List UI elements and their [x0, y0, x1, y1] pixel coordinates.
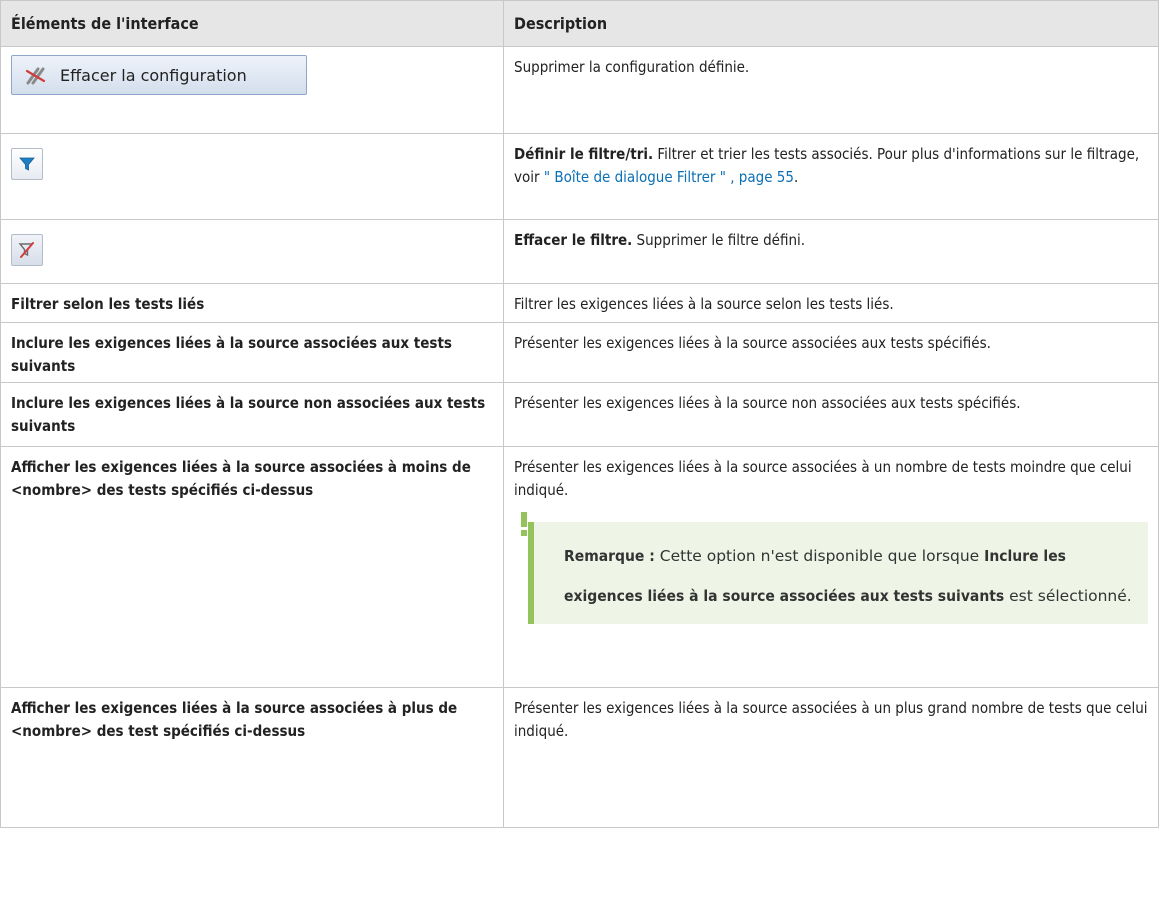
description-text: Présenter les exigences liées à la sourc… — [514, 458, 1132, 499]
header-description: Description — [503, 0, 1159, 47]
description-cell: Supprimer la configuration définie. — [503, 46, 1159, 134]
description-cell: Présenter les exigences liées à la sourc… — [503, 382, 1159, 447]
description-text: Présenter les exigences liées à la sourc… — [514, 394, 1021, 412]
clear-configuration-label: Effacer la configuration — [60, 65, 247, 85]
note-text: Cette option n'est disponible que lorsqu… — [654, 547, 985, 565]
element-name: Inclure les exigences liées à la source … — [11, 334, 452, 375]
table-row: Afficher les exigences liées à la source… — [0, 687, 1159, 828]
element-cell — [0, 133, 504, 220]
description-cell: Filtrer les exigences liées à la source … — [503, 283, 1159, 323]
clear-filter-button[interactable] — [11, 234, 43, 266]
element-name: Inclure les exigences liées à la source … — [11, 394, 486, 435]
description-text: Supprimer la configuration définie. — [514, 58, 750, 76]
clear-configuration-button[interactable]: Effacer la configuration — [11, 55, 307, 95]
description-text: Filtrer les exigences liées à la source … — [514, 295, 894, 313]
description-bold: Effacer le filtre. — [514, 231, 633, 249]
table-row: Définir le filtre/tri. Filtrer et trier … — [0, 133, 1159, 220]
note-label: Remarque : — [564, 547, 655, 565]
table-row: Effacer la configuration Supprimer la co… — [0, 46, 1159, 134]
table-row: Filtrer selon les tests liés Filtrer les… — [0, 283, 1159, 323]
element-cell: Afficher les exigences liées à la source… — [0, 687, 504, 828]
filter-icon — [19, 157, 35, 171]
element-cell — [0, 219, 504, 284]
description-paragraph: Définir le filtre/tri. Filtrer et trier … — [514, 134, 1148, 189]
description-bold: Définir le filtre/tri. — [514, 145, 654, 163]
element-cell: Inclure les exigences liées à la source … — [0, 382, 504, 447]
clear-filter-icon — [18, 242, 34, 258]
note-box: Remarque : Cette option n'est disponible… — [521, 512, 1148, 624]
table-header-row: Éléments de l'interface Description — [0, 0, 1159, 47]
element-cell: Afficher les exigences liées à la source… — [0, 446, 504, 688]
description-cell: Présenter les exigences liées à la sourc… — [503, 687, 1159, 828]
element-name: Afficher les exigences liées à la source… — [11, 458, 471, 499]
set-filter-sort-button[interactable] — [11, 148, 43, 180]
description-text: Présenter les exigences liées à la sourc… — [514, 699, 1148, 740]
description-cell: Présenter les exigences liées à la sourc… — [503, 322, 1159, 383]
element-cell: Filtrer selon les tests liés — [0, 283, 504, 323]
note-text-end: est sélectionné. — [1004, 587, 1132, 605]
ui-elements-table: Éléments de l'interface Description Effa… — [0, 0, 1159, 828]
description-paragraph: Effacer le filtre. Supprimer le filtre d… — [514, 220, 1148, 252]
clear-configuration-icon — [25, 67, 46, 85]
filter-dialog-link[interactable]: " Boîte de dialogue Filtrer " , page 55 — [544, 168, 794, 186]
element-name: Filtrer selon les tests liés — [11, 295, 205, 313]
header-ui-elements: Éléments de l'interface — [0, 0, 504, 47]
description-cell: Définir le filtre/tri. Filtrer et trier … — [503, 133, 1159, 220]
element-cell: Effacer la configuration — [0, 46, 504, 134]
description-cell: Effacer le filtre. Supprimer le filtre d… — [503, 219, 1159, 284]
description-end: . — [793, 168, 799, 186]
element-cell: Inclure les exigences liées à la source … — [0, 322, 504, 383]
table-row: Effacer le filtre. Supprimer le filtre d… — [0, 219, 1159, 284]
description-text: Présenter les exigences liées à la sourc… — [514, 334, 991, 352]
element-name: Afficher les exigences liées à la source… — [11, 699, 458, 740]
table-row: Afficher les exigences liées à la source… — [0, 446, 1159, 688]
description-cell: Présenter les exigences liées à la sourc… — [503, 446, 1159, 688]
exclamation-icon — [521, 512, 527, 536]
description-text: Supprimer le filtre défini. — [632, 231, 806, 249]
table-row: Inclure les exigences liées à la source … — [0, 322, 1159, 383]
table-row: Inclure les exigences liées à la source … — [0, 382, 1159, 447]
